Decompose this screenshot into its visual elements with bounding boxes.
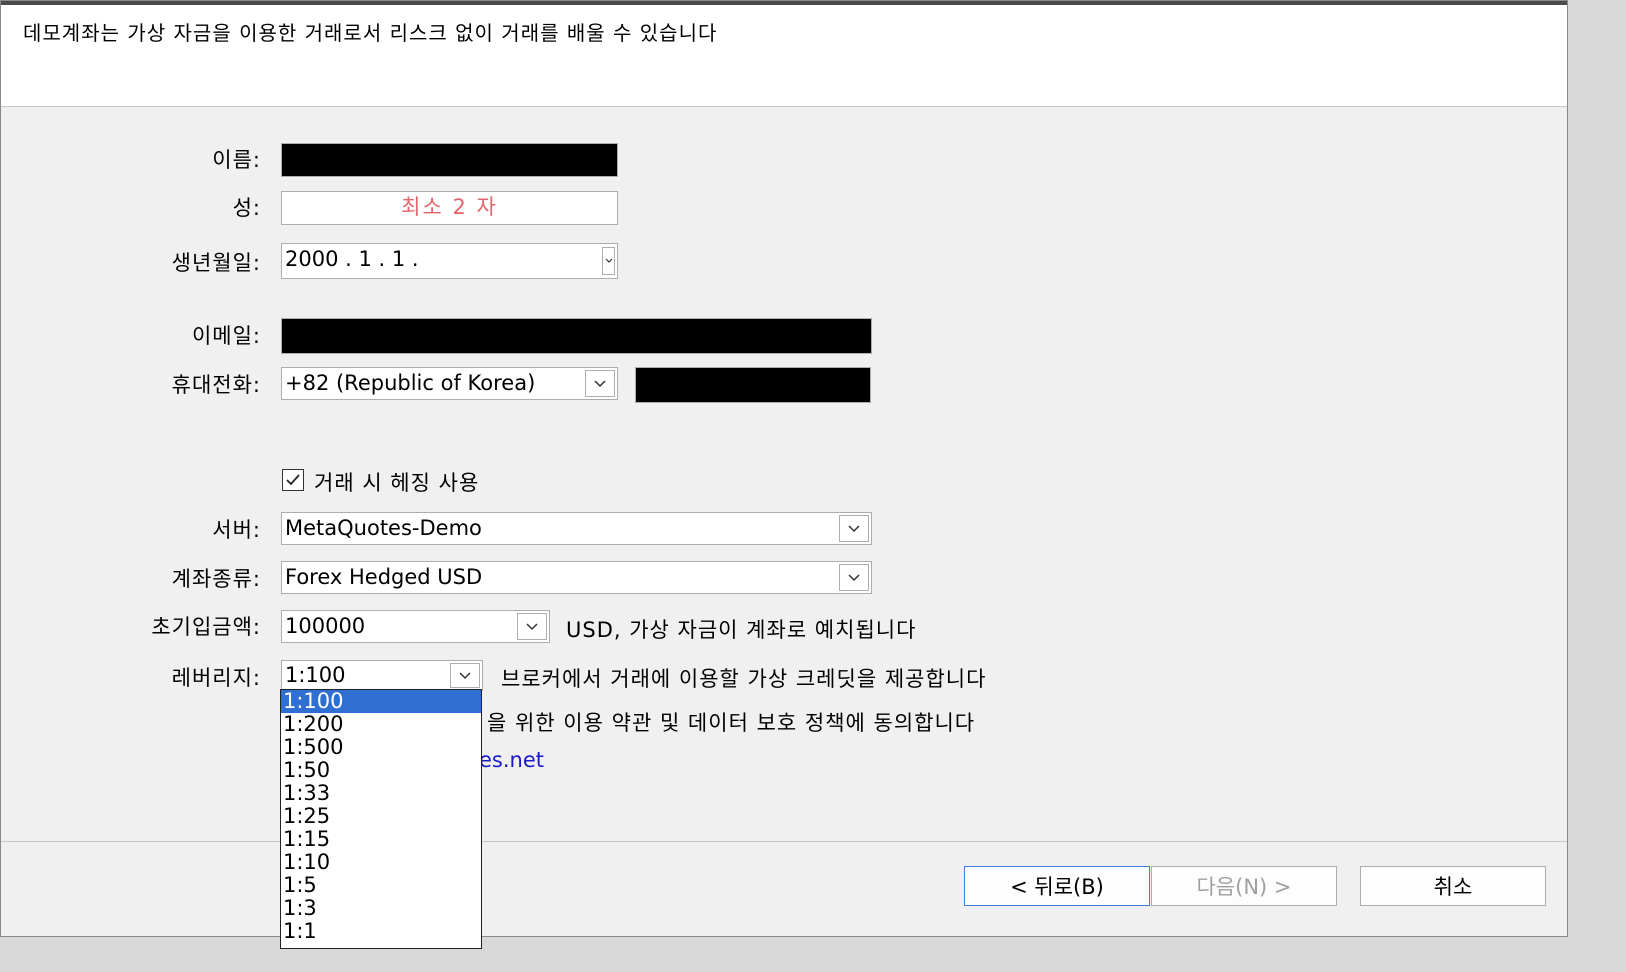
hedging-checkbox[interactable]	[282, 469, 304, 491]
server-dropdown-button[interactable]	[839, 515, 869, 542]
birth-date-label: 생년월일:	[171, 251, 261, 275]
leverage-option[interactable]: 1:100	[281, 690, 481, 713]
email-input[interactable]	[281, 318, 872, 354]
account-type-label: 계좌종류:	[171, 567, 261, 591]
leverage-option[interactable]: 1:10	[281, 851, 481, 874]
leverage-label: 레버리지:	[171, 666, 261, 690]
phone-country-value: +82 (Republic of Korea)	[285, 371, 536, 395]
chevron-down-icon	[848, 525, 860, 533]
hedging-label: 거래 시 헤징 사용	[314, 471, 480, 495]
leverage-option[interactable]: 1:3	[281, 897, 481, 920]
leverage-value: 1:100	[285, 663, 346, 687]
first-name-input[interactable]	[281, 143, 618, 177]
server-value: MetaQuotes-Demo	[285, 516, 482, 540]
next-button[interactable]: 다음(N) >	[1151, 866, 1337, 906]
deposit-value: 100000	[285, 614, 366, 638]
email-label: 이메일:	[191, 324, 261, 348]
phone-label: 휴대전화:	[171, 373, 261, 397]
deposit-note: USD, 가상 자금이 계좌로 예치됩니다	[566, 618, 917, 642]
leverage-dropdown-button[interactable]	[450, 663, 480, 688]
leverage-option[interactable]: 1:200	[281, 713, 481, 736]
agreement-text: 을 위한 이용 약관 및 데이터 보호 정책에 동의합니다	[487, 711, 976, 735]
chevron-down-icon	[594, 380, 606, 388]
server-label: 서버:	[212, 518, 261, 542]
account-type-value: Forex Hedged USD	[285, 565, 483, 589]
dialog-header: 데모계좌는 가상 자금을 이용한 거래로서 리스크 없이 거래를 배울 수 있습…	[1, 5, 1567, 107]
website-link[interactable]: es.net	[479, 748, 544, 772]
last-name-input[interactable]: 최소 2 자	[281, 191, 618, 225]
footer-divider	[1, 841, 1567, 842]
leverage-option[interactable]: 1:5	[281, 874, 481, 897]
chevron-down-icon	[459, 672, 471, 680]
birth-date-picker[interactable]: 2000 . 1 . 1 .	[281, 243, 618, 279]
leverage-option[interactable]: 1:50	[281, 759, 481, 782]
cancel-button[interactable]: 취소	[1360, 866, 1546, 906]
phone-country-select[interactable]: +82 (Republic of Korea)	[281, 367, 618, 400]
leverage-option[interactable]: 1:500	[281, 736, 481, 759]
server-select[interactable]: MetaQuotes-Demo	[281, 512, 872, 545]
demo-account-dialog: 데모계좌는 가상 자금을 이용한 거래로서 리스크 없이 거래를 배울 수 있습…	[0, 0, 1568, 937]
checkmark-icon	[286, 474, 300, 486]
first-name-label: 이름:	[212, 148, 261, 172]
leverage-option[interactable]: 1:33	[281, 782, 481, 805]
account-type-select[interactable]: Forex Hedged USD	[281, 561, 872, 594]
deposit-label: 초기입금액:	[151, 615, 261, 639]
leverage-note: 브로커에서 거래에 이용할 가상 크레딧을 제공합니다	[501, 667, 987, 691]
deposit-dropdown-button[interactable]	[517, 613, 547, 640]
birth-date-value: 2000 . 1 . 1 .	[285, 247, 419, 271]
chevron-down-icon	[526, 623, 538, 631]
chevron-down-icon	[848, 574, 860, 582]
last-name-label: 성:	[232, 196, 261, 220]
account-type-dropdown-button[interactable]	[839, 564, 869, 591]
country-dropdown-button[interactable]	[585, 370, 615, 397]
phone-number-input[interactable]	[635, 367, 871, 403]
leverage-option[interactable]: 1:15	[281, 828, 481, 851]
deposit-select[interactable]: 100000	[281, 610, 550, 643]
leverage-option[interactable]: 1:25	[281, 805, 481, 828]
chevron-down-icon	[605, 258, 612, 263]
leverage-select[interactable]: 1:100	[281, 660, 483, 691]
leverage-option[interactable]: 1:1	[281, 920, 481, 943]
back-button[interactable]: < 뒤로(B)	[964, 866, 1150, 906]
leverage-options-list[interactable]: 1:100 1:200 1:500 1:50 1:33 1:25 1:15 1:10 1:5 1:…	[280, 689, 482, 949]
date-dropdown-button[interactable]	[602, 247, 615, 275]
header-description: 데모계좌는 가상 자금을 이용한 거래로서 리스크 없이 거래를 배울 수 있습…	[23, 21, 718, 45]
